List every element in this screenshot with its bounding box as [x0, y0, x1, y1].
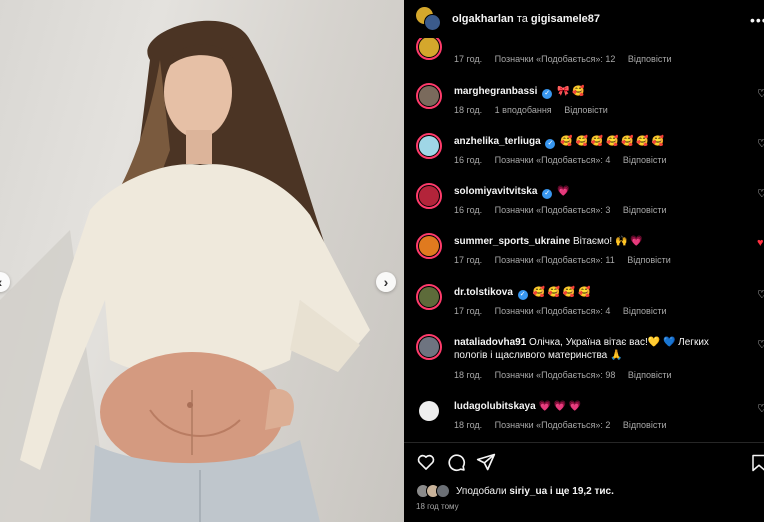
comment-username[interactable]: anzhelika_terliuga	[454, 136, 541, 147]
comment-username[interactable]: marghegranbassi	[454, 86, 537, 97]
comment-username[interactable]: dr.tolstikova	[454, 287, 513, 298]
reply-button[interactable]: Відповісти	[628, 370, 672, 380]
comment-like-heart-icon[interactable]: ♡	[757, 137, 764, 150]
comment-text-line: ludagolubitskaya 💗 💗 💗	[454, 400, 754, 413]
comment-text-line: solomiyavitvitska ✓ 💗	[454, 185, 754, 199]
comment-text: 💗 💗 💗	[538, 401, 582, 412]
reply-button[interactable]: Відповісти	[623, 205, 667, 215]
comment-meta: 18 год. Позначки «Подобається»: 2 Відпов…	[454, 420, 676, 430]
comment-likes-count[interactable]: Позначки «Подобається»: 4	[495, 306, 611, 316]
reply-button[interactable]: Відповісти	[627, 255, 671, 265]
reply-button[interactable]: Відповісти	[628, 54, 672, 64]
avatar[interactable]	[416, 133, 442, 159]
comment-like-heart-icon[interactable]: ♡	[757, 402, 764, 415]
chevron-right-icon[interactable]: ›	[376, 272, 396, 292]
share-icon[interactable]	[476, 452, 496, 472]
heart-icon[interactable]	[416, 452, 436, 472]
comment-username[interactable]: nataliadovha91	[454, 337, 526, 348]
comment-text-line: dr.tolstikova ✓ 🥰 🥰 🥰 🥰	[454, 286, 754, 300]
reply-button[interactable]: Відповісти	[623, 420, 667, 430]
author-username[interactable]: olgakharlan	[452, 13, 514, 25]
verified-badge-icon: ✓	[542, 89, 553, 99]
comment-time: 16 год.	[454, 205, 483, 215]
comment-meta: 17 год. Позначки «Подобається»: 4 Відпов…	[454, 306, 676, 316]
comment-username[interactable]: summer_sports_ukraine	[454, 236, 570, 247]
comment-text-line: marghegranbassi ✓ 🎀 🥰	[454, 85, 754, 99]
post-photo: ‹ ›	[0, 0, 404, 522]
comment-time: 17 год.	[454, 306, 483, 316]
post-time: 18 год тому	[416, 502, 459, 511]
comment-likes-count[interactable]: Позначки «Подобається»: 3	[495, 205, 611, 215]
comment-time: 17 год.	[454, 255, 483, 265]
comment-like-heart-icon[interactable]: ♡	[757, 288, 764, 301]
authors-conjunction: та	[516, 13, 528, 25]
comment-meta: 18 год. 1 вподобання Відповісти	[454, 105, 618, 115]
more-icon[interactable]: •••	[750, 12, 764, 28]
author-avatar[interactable]	[416, 7, 441, 31]
avatar[interactable]	[416, 398, 442, 424]
comment-time: 18 год.	[454, 420, 483, 430]
avatar[interactable]	[416, 284, 442, 310]
post-actions	[416, 452, 496, 474]
photo-illustration	[0, 20, 370, 522]
comment-liked-heart-icon[interactable]: ♥	[757, 237, 764, 249]
comment-time: 17 год.	[454, 54, 483, 64]
comment-text-line: summer_sports_ukraine Вітаємо! 🙌 💗	[454, 235, 754, 248]
comment-text-line: anzhelika_terliuga ✓ 🥰 🥰 🥰 🥰 🥰 🥰 🥰	[454, 135, 754, 149]
liker-username[interactable]: siriy_ua	[509, 486, 547, 497]
comment-time: 18 год.	[454, 105, 483, 115]
comment-meta: 16 год. Позначки «Подобається»: 4 Відпов…	[454, 155, 676, 165]
bookmark-icon[interactable]	[750, 453, 764, 473]
comment-likes-count[interactable]: Позначки «Подобається»: 98	[495, 370, 616, 380]
comment-text: 🎀 🥰	[556, 86, 585, 97]
comment-likes-count[interactable]: Позначки «Подобається»: 2	[495, 420, 611, 430]
comment-time: 18 год.	[454, 370, 483, 380]
comment-meta: 18 год. Позначки «Подобається»: 98 Відпо…	[454, 370, 681, 380]
comment-meta: 16 год. Позначки «Подобається»: 3 Відпов…	[454, 205, 676, 215]
comment-text: Вітаємо! 🙌 💗	[572, 236, 643, 247]
comment-text: 🥰 🥰 🥰 🥰 🥰 🥰 🥰	[560, 136, 665, 147]
likes-prefix: Уподобали	[456, 485, 507, 497]
comment-likes-count[interactable]: 1 вподобання	[495, 105, 552, 115]
avatar[interactable]	[416, 183, 442, 209]
comment-text: 💗	[556, 186, 570, 197]
liker-avatar	[436, 484, 450, 498]
comment-meta: 17 год. Позначки «Подобається»: 12 Відпо…	[454, 54, 681, 64]
verified-badge-icon: ✓	[517, 290, 528, 300]
comment-meta: 17 год. Позначки «Подобається»: 11 Відпо…	[454, 255, 681, 265]
reply-button[interactable]: Відповісти	[623, 155, 667, 165]
avatar[interactable]	[416, 83, 442, 109]
comment-username[interactable]: solomiyavitvitska	[454, 186, 537, 197]
verified-badge-icon: ✓	[542, 189, 553, 199]
comment-icon[interactable]	[446, 452, 466, 472]
comment-likes-count[interactable]: Позначки «Подобається»: 12	[495, 54, 616, 64]
comment-username[interactable]: ludagolubitskaya	[454, 401, 536, 412]
post-header: olgakharlan та gigisamele87 •••	[404, 0, 764, 38]
divider	[404, 442, 764, 443]
reply-button[interactable]: Відповісти	[564, 105, 608, 115]
post-authors: olgakharlan та gigisamele87	[452, 13, 600, 25]
verified-badge-icon: ✓	[545, 139, 556, 149]
comment-like-heart-icon[interactable]: ♡	[757, 87, 764, 100]
comment-like-heart-icon[interactable]: ♡	[757, 338, 764, 351]
comment-likes-count[interactable]: Позначки «Подобається»: 11	[495, 255, 615, 265]
comment-time: 16 год.	[454, 155, 483, 165]
coauthor-username[interactable]: gigisamele87	[531, 13, 600, 25]
comments-panel: 17 год. Позначки «Подобається»: 12 Відпо…	[404, 0, 764, 522]
avatar[interactable]	[416, 334, 442, 360]
comment-like-heart-icon[interactable]: ♡	[757, 187, 764, 200]
avatar[interactable]	[416, 233, 442, 259]
reply-button[interactable]: Відповісти	[623, 306, 667, 316]
likes-summary[interactable]: Уподобали siriy_ua і ще 19,2 тис.	[416, 484, 614, 498]
comment-text-line: nataliadovha91 Олічка, Україна вітає вас…	[454, 336, 739, 362]
comment-likes-count[interactable]: Позначки «Подобається»: 4	[495, 155, 611, 165]
comment-text: 🥰 🥰 🥰 🥰	[532, 287, 591, 298]
likes-suffix[interactable]: і ще 19,2 тис.	[550, 486, 614, 497]
likes-text: Уподобали siriy_ua і ще 19,2 тис.	[456, 486, 614, 497]
